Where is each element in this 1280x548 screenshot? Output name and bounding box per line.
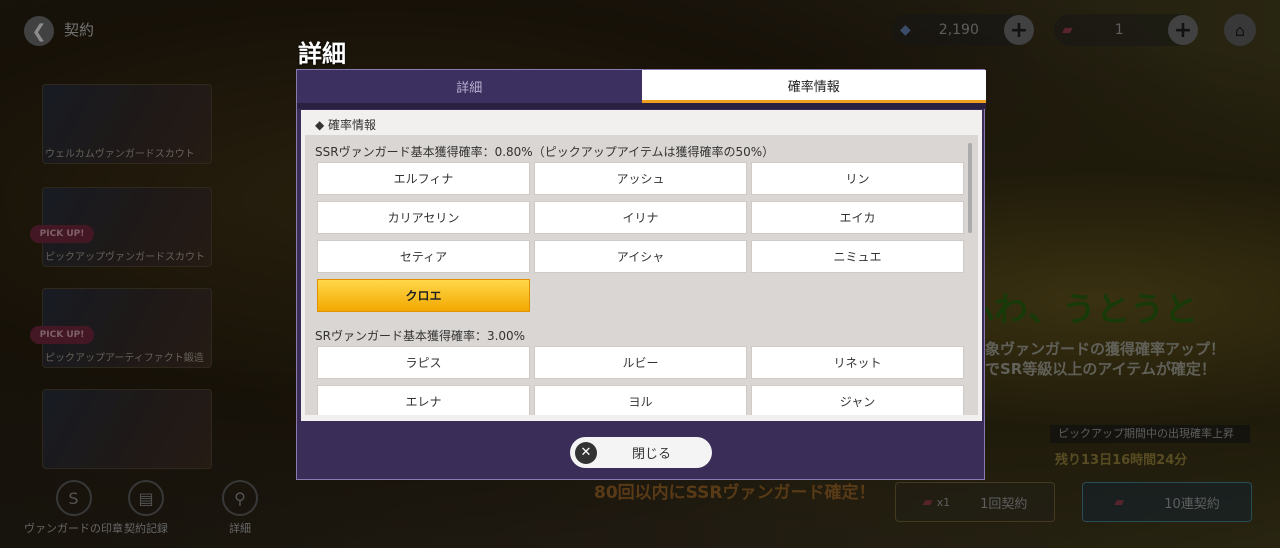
vanguard-cell: ラピス: [317, 346, 530, 379]
close-label: 閉じる: [632, 447, 672, 462]
vanguard-cell: ジャン: [751, 385, 964, 415]
vanguard-cell: エイカ: [751, 201, 964, 234]
sr-category-title: SRヴァンガード基本獲得確率：3.00%: [315, 329, 526, 343]
vanguard-cell: エレナ: [317, 385, 530, 415]
section-heading: ◆ 確率情報: [315, 118, 377, 132]
details-dialog: 詳細 確率情報 ◆ 確率情報 SSRヴァンガード基本獲得確率：0.80%（ピック…: [296, 69, 986, 480]
close-icon: ✕: [575, 441, 597, 464]
close-button[interactable]: ✕ 閉じる: [570, 437, 712, 468]
dialog-title: 詳細: [298, 40, 346, 68]
vanguard-cell: リン: [751, 162, 964, 195]
probability-panel: ◆ 確率情報 SSRヴァンガード基本獲得確率：0.80%（ピックアップアイテムは…: [301, 110, 982, 421]
tab-probability[interactable]: 確率情報: [641, 70, 986, 103]
scrollbar[interactable]: [968, 143, 972, 233]
vanguard-cell: アイシャ: [534, 240, 747, 273]
tab-details[interactable]: 詳細: [297, 70, 642, 103]
vanguard-cell: ルビー: [534, 346, 747, 379]
vanguard-cell: ヨル: [534, 385, 747, 415]
ssr-category-title: SSRヴァンガード基本獲得確率：0.80%（ピックアップアイテムは獲得確率の50…: [315, 145, 775, 159]
tab-divider: [297, 103, 986, 109]
vanguard-cell: ニミュエ: [751, 240, 964, 273]
tab-bar: 詳細 確率情報: [297, 70, 986, 103]
probability-list[interactable]: SSRヴァンガード基本獲得確率：0.80%（ピックアップアイテムは獲得確率の50…: [305, 135, 978, 415]
vanguard-cell: イリナ: [534, 201, 747, 234]
vanguard-cell: セティア: [317, 240, 530, 273]
vanguard-cell: カリアセリン: [317, 201, 530, 234]
vanguard-cell: エルフィナ: [317, 162, 530, 195]
contract-screen: ❮ 契約 ◆ 2,190 + ▰ 1 + ⌂ ウェルカムヴァンガードスカウト ピ…: [0, 0, 1280, 548]
vanguard-cell: リネット: [751, 346, 964, 379]
vanguard-cell: クロエ: [317, 279, 530, 312]
vanguard-cell: アッシュ: [534, 162, 747, 195]
